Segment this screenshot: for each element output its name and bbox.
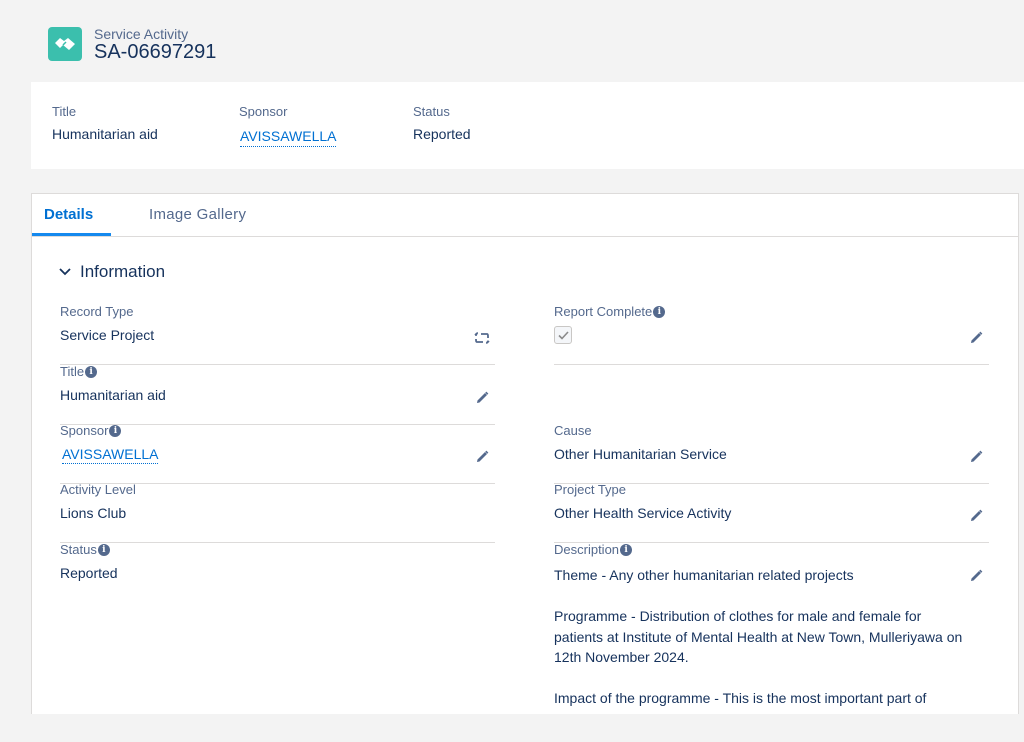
pencil-edit-icon[interactable] [968, 568, 984, 584]
field-label-text: Sponsor [60, 423, 109, 438]
service-activity-icon [48, 27, 82, 61]
info-icon[interactable]: i [97, 543, 110, 556]
field-label-text: Status [60, 542, 97, 557]
chevron-down-icon [59, 268, 71, 276]
description-paragraph: Theme - Any other humanitarian related p… [554, 567, 854, 583]
pencil-edit-icon[interactable] [968, 330, 984, 346]
pencil-edit-icon[interactable] [968, 508, 984, 524]
info-icon[interactable]: i [109, 424, 122, 437]
highlight-title: Title Humanitarian aid [52, 104, 158, 142]
record-header: Service Activity SA-06697291 [0, 0, 1024, 82]
field-label: Status i [60, 542, 110, 557]
field-report-complete: Report Complete i [554, 304, 989, 365]
pencil-edit-icon[interactable] [968, 449, 984, 465]
highlight-status-label: Status [413, 104, 450, 119]
highlight-sponsor-label: Sponsor [239, 104, 288, 119]
tab-bar: Details Image Gallery [32, 194, 1018, 237]
field-title: Title i Humanitarian aid [60, 364, 495, 425]
field-label: Description i [554, 542, 633, 557]
highlight-title-label: Title [52, 104, 77, 119]
change-record-type-icon[interactable] [474, 330, 490, 346]
field-value: Reported [60, 565, 118, 581]
active-tab-indicator [32, 233, 111, 236]
field-project-type: Project Type Other Health Service Activi… [554, 482, 989, 543]
field-sponsor: Sponsor i AVISSAWELLA [60, 423, 495, 484]
tab-details[interactable]: Details [44, 206, 93, 223]
field-label-text: Title [60, 364, 85, 379]
tab-image-gallery[interactable]: Image Gallery [149, 206, 246, 223]
field-label: Report Complete i [554, 304, 666, 319]
highlight-sponsor: Sponsor AVISSAWELLA [239, 104, 337, 147]
description-text: Theme - Any other humanitarian related p… [554, 565, 974, 729]
record-name: SA-06697291 [94, 41, 217, 63]
highlight-title-value: Humanitarian aid [52, 126, 158, 142]
field-label-text: Description [554, 542, 620, 557]
field-label: Sponsor i [60, 423, 122, 438]
highlight-sponsor-link[interactable]: AVISSAWELLA [240, 128, 337, 147]
pencil-edit-icon[interactable] [474, 449, 490, 465]
info-icon[interactable]: i [85, 365, 98, 378]
report-complete-checkbox [554, 326, 572, 344]
field-label: Title i [60, 364, 98, 379]
sponsor-link[interactable]: AVISSAWELLA [62, 446, 159, 464]
checkmark-icon [557, 330, 569, 340]
field-activity-level: Activity Level Lions Club [60, 482, 495, 543]
description-paragraph: Programme - Distribution of clothes for … [554, 608, 963, 665]
field-label: Cause [554, 423, 592, 438]
info-icon[interactable]: i [653, 305, 666, 318]
pencil-edit-icon[interactable] [474, 390, 490, 406]
detail-card: Details Image Gallery Information Record… [31, 193, 1019, 714]
info-icon[interactable]: i [620, 543, 633, 556]
section-information-toggle[interactable]: Information [58, 262, 165, 282]
field-value: Other Humanitarian Service [554, 446, 727, 462]
highlight-status-value: Reported [413, 126, 471, 142]
field-value: Humanitarian aid [60, 387, 166, 403]
highlights-panel: Title Humanitarian aid Sponsor AVISSAWEL… [31, 82, 1024, 169]
field-description: Description i Theme - Any other humanitar… [554, 542, 989, 742]
field-cause: Cause Other Humanitarian Service [554, 423, 989, 484]
description-paragraph: Impact of the programme - This is the mo… [554, 690, 927, 706]
field-value: Service Project [60, 327, 155, 343]
highlight-status: Status Reported [413, 104, 471, 142]
field-value: Lions Club [60, 505, 127, 521]
object-type-label: Service Activity [94, 26, 189, 42]
field-label: Activity Level [60, 482, 136, 497]
field-label: Record Type [60, 304, 134, 319]
field-value: Other Health Service Activity [554, 505, 732, 521]
field-label: Project Type [554, 482, 627, 497]
field-label-text: Report Complete [554, 304, 653, 319]
field-status: Status i Reported [60, 542, 495, 602]
field-record-type: Record Type Service Project [60, 304, 495, 365]
section-title: Information [80, 262, 166, 281]
